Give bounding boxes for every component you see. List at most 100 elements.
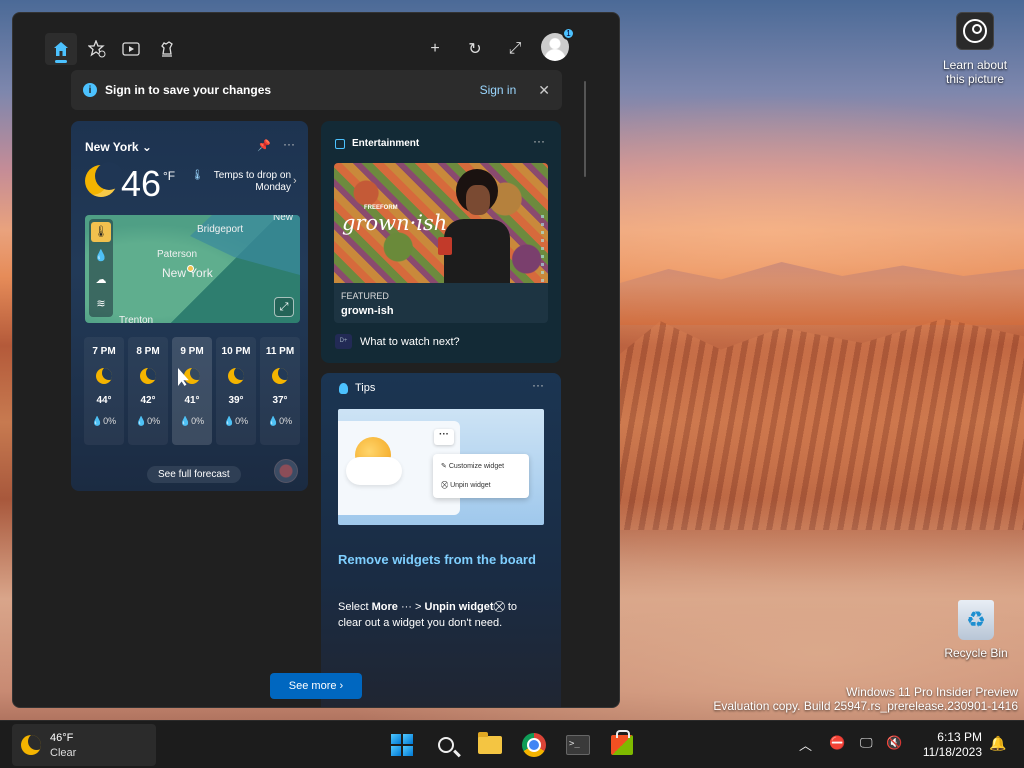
hour-item[interactable]: 10 PM 39° 💧0% (216, 337, 256, 445)
clock-time: 6:13 PM (937, 730, 982, 744)
network-offline-icon[interactable]: ⛔ (829, 735, 845, 751)
weather-map[interactable]: New Bridgeport Paterson New York Trenton… (85, 215, 300, 323)
hour-item[interactable]: 9 PM 41° 💧0% (172, 337, 212, 445)
start-button[interactable] (386, 729, 418, 761)
context-menu-illustration: ✎ Customize widget ⛒ Unpin widget (433, 454, 529, 498)
notification-bell-icon[interactable]: 🔔 (989, 735, 1006, 752)
wallpaper-badlands (620, 318, 1024, 530)
precipitation-layer-icon[interactable]: 💧 (91, 246, 111, 266)
map-layers: 🌡 💧 ☁ ≋ (89, 219, 113, 317)
windows-logo-icon (391, 734, 413, 756)
chevron-right-icon[interactable]: › (293, 175, 297, 187)
star-add-icon[interactable] (81, 33, 113, 65)
taskbar-condition: Clear (50, 747, 77, 759)
temperature-layer-icon[interactable]: 🌡 (91, 222, 111, 242)
recycle-icon: ♻ (958, 600, 994, 640)
entertainment-header: Entertainment (335, 138, 419, 149)
file-explorer-icon[interactable] (474, 729, 506, 761)
learn-label-1: Learn about (942, 58, 1008, 72)
build-watermark: Windows 11 Pro Insider Preview Evaluatio… (713, 685, 1018, 713)
tips-widget[interactable]: Tips ··· ··· ✎ Customize widget ⛒ Unpin … (321, 373, 561, 707)
featured-title: grown-ish (341, 305, 394, 317)
chrome-icon[interactable] (518, 729, 550, 761)
tip-title[interactable]: Remove widgets from the board (338, 551, 538, 569)
chess-icon[interactable] (151, 33, 183, 65)
entertainment-widget[interactable]: Entertainment ··· FREEFORM grown·ish FEA… (321, 121, 561, 363)
map-label-paterson: Paterson (157, 249, 198, 260)
refresh-icon[interactable]: ↻ (459, 33, 491, 65)
moon-icon (85, 162, 123, 197)
wind-layer-icon[interactable]: ≋ (91, 294, 111, 314)
hour-item[interactable]: 11 PM 37° 💧0% (260, 337, 300, 445)
cloud-icon (346, 457, 402, 485)
entertainment-icon (335, 138, 345, 149)
map-expand-icon[interactable]: ⤢ (274, 297, 294, 317)
taskbar: 46°F Clear >_ ︿ ⛔ 🖵 🔇 6:13 PM 11/18/2023… (0, 720, 1024, 768)
weather-widget[interactable]: New York ⌄ 📌 ··· 46 °F 🌡 Temps to drop o… (71, 121, 308, 491)
menu-customize: ✎ Customize widget (441, 463, 505, 470)
store-icon[interactable] (606, 729, 638, 761)
recycle-bin-label: Recycle Bin (944, 646, 1008, 660)
signin-message: Sign in to save your changes (105, 83, 272, 97)
moon-icon (21, 735, 41, 755)
search-icon[interactable] (430, 729, 462, 761)
map-label-new: New (273, 215, 294, 223)
moon-icon (184, 368, 200, 384)
more-options-icon[interactable]: ··· (283, 137, 295, 151)
add-widget-icon[interactable]: + (419, 33, 451, 65)
avatar[interactable]: 1 (541, 27, 575, 61)
map-label-trenton: Trenton (119, 315, 154, 323)
tips-illustration: ··· ✎ Customize widget ⛒ Unpin widget (338, 409, 544, 525)
see-more-button[interactable]: See more › (270, 673, 362, 699)
current-temp: 46 (121, 163, 162, 204)
moon-icon (96, 368, 112, 384)
moon-icon (140, 368, 156, 384)
taskbar-temp: 46°F (50, 732, 74, 744)
hour-item[interactable]: 7 PM 44° 💧0% (84, 337, 124, 445)
pin-icon[interactable]: 📌 (257, 139, 271, 152)
watermark-line2: Evaluation copy. Build 25947.rs_prerelea… (713, 699, 1018, 713)
menu-unpin: ⛒ Unpin widget (441, 482, 491, 489)
featured-caption[interactable]: FEATURED grown-ish (334, 283, 548, 323)
recycle-bin-icon[interactable]: ♻ Recycle Bin (940, 600, 1012, 660)
featured-kicker: FEATURED (341, 291, 389, 301)
hourly-forecast: 7 PM 44° 💧0% 8 PM 42° 💧0% 9 PM 41° 💧0% 1… (84, 337, 300, 445)
featured-poster[interactable]: FREEFORM grown·ish (334, 163, 548, 283)
chevron-up-icon[interactable]: ︿ (799, 735, 812, 754)
weather-location[interactable]: New York ⌄ (85, 140, 152, 154)
close-icon[interactable]: ✕ (538, 82, 550, 99)
what-to-watch-link[interactable]: D+ What to watch next? (335, 334, 460, 349)
volume-muted-icon[interactable]: 🔇 (886, 735, 902, 751)
learn-about-picture-icon[interactable]: Learn about this picture (938, 12, 1012, 86)
widgets-panel: + ↻ ⤢ 1 i Sign in to save your changes S… (12, 12, 620, 708)
map-label-bridgeport: Bridgeport (197, 224, 244, 235)
play-icon[interactable] (115, 33, 147, 65)
carousel-dots[interactable] (541, 215, 544, 283)
weather-avatar-icon[interactable] (274, 459, 298, 483)
expand-icon[interactable]: ⤢ (499, 33, 531, 65)
temp-unit: °F (163, 169, 176, 183)
signin-banner: i Sign in to save your changes Sign in ✕ (71, 70, 562, 110)
clock[interactable]: 6:13 PM 11/18/2023 (912, 730, 982, 760)
more-options-icon[interactable]: ··· (533, 134, 545, 148)
weather-note[interactable]: Temps to drop on Monday (199, 170, 291, 194)
see-full-forecast-button[interactable]: See full forecast (147, 466, 241, 483)
tip-description: Select More ··· > Unpin widget⛒ to clear… (338, 601, 518, 629)
display-icon[interactable]: 🖵 (860, 735, 873, 751)
cloud-layer-icon[interactable]: ☁ (91, 270, 111, 290)
moon-icon (272, 368, 288, 384)
disney-logo-icon: D+ (335, 334, 352, 349)
terminal-icon[interactable]: >_ (562, 729, 594, 761)
learn-label-2: this picture (945, 72, 1005, 86)
home-icon[interactable] (45, 33, 77, 65)
taskbar-weather-button[interactable]: 46°F Clear (12, 724, 156, 766)
moon-icon (228, 368, 244, 384)
scrollbar[interactable] (584, 81, 586, 177)
clock-date: 11/18/2023 (922, 745, 982, 759)
hour-item[interactable]: 8 PM 42° 💧0% (128, 337, 168, 445)
tips-header: Tips (339, 382, 375, 394)
more-options-icon[interactable]: ··· (532, 378, 544, 392)
more-dots-icon: ··· (434, 429, 454, 445)
signin-link[interactable]: Sign in (480, 83, 517, 97)
watermark-line1: Windows 11 Pro Insider Preview (846, 685, 1018, 699)
